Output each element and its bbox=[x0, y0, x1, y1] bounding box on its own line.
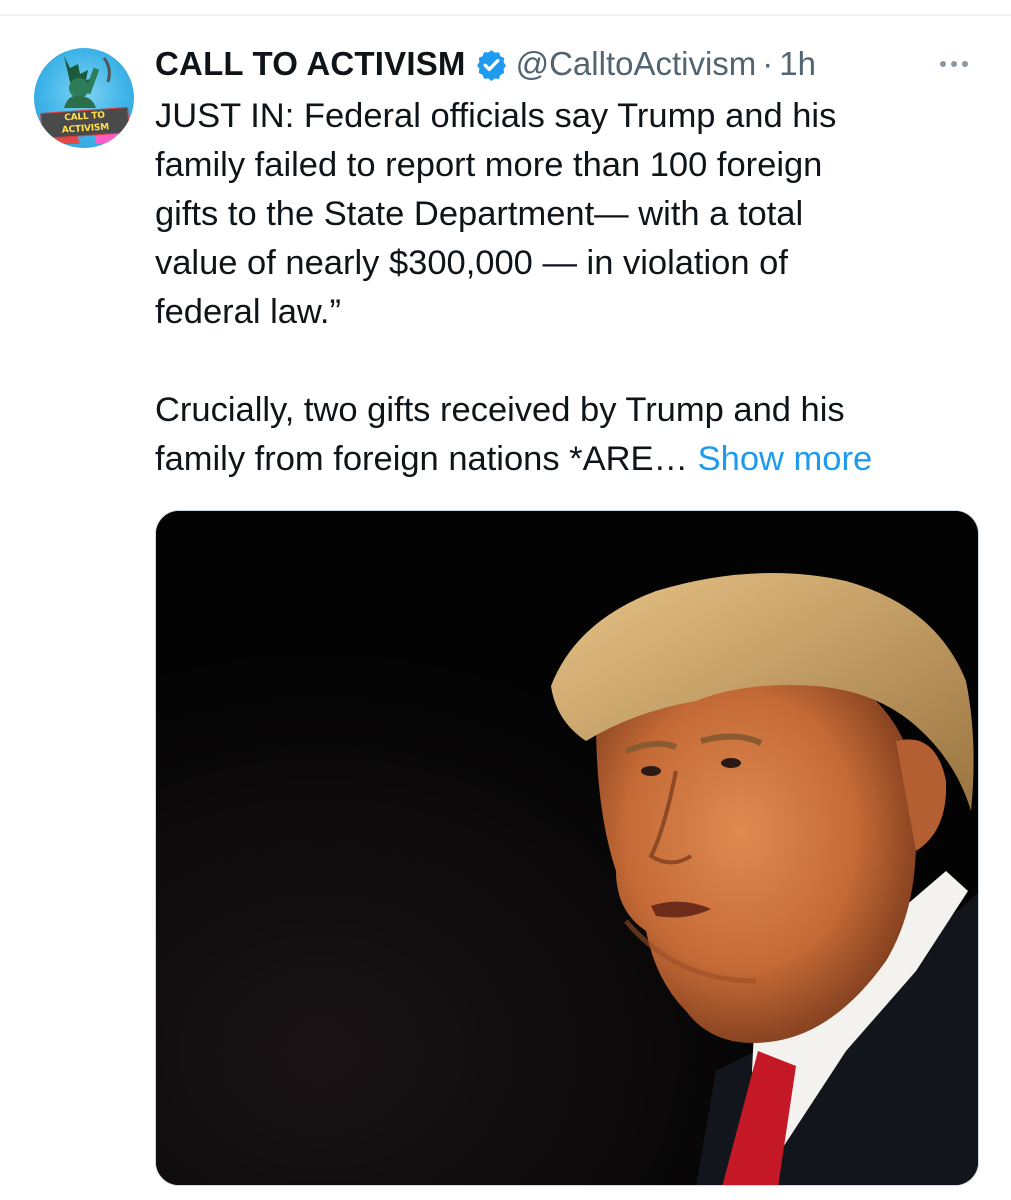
tweet-image[interactable] bbox=[155, 510, 979, 1186]
tweet-header: CALL TO ACTIVISM @CalltoActivism · 1h bbox=[155, 42, 816, 86]
avatar[interactable]: CALL TO ACTIVISM bbox=[34, 48, 134, 148]
portrait-photo bbox=[156, 511, 978, 1185]
display-name[interactable]: CALL TO ACTIVISM bbox=[155, 45, 466, 83]
timestamp[interactable]: 1h bbox=[779, 45, 816, 83]
header-separator: · bbox=[762, 45, 774, 82]
user-handle[interactable]: @CalltoActivism bbox=[516, 45, 757, 83]
tweet-paragraph-2: Crucially, two gifts received by Trump a… bbox=[155, 386, 975, 484]
verified-badge-icon[interactable] bbox=[475, 48, 508, 81]
more-options-icon[interactable] bbox=[930, 46, 978, 82]
tweet[interactable]: CALL TO ACTIVISM CALL TO ACTIVISM @Callt… bbox=[0, 16, 1011, 1200]
tweet-text: JUST IN: Federal officials say Trump and… bbox=[155, 92, 975, 484]
show-more-link[interactable]: Show more bbox=[698, 440, 873, 478]
tweet-paragraph-1: JUST IN: Federal officials say Trump and… bbox=[155, 97, 837, 331]
